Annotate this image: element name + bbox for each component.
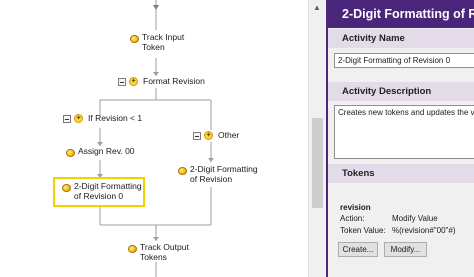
track-output-tokens-node[interactable]: Track Output Tokens	[128, 242, 189, 262]
collapse-icon[interactable]	[193, 132, 201, 140]
action-label: Action:	[340, 214, 365, 223]
coins-icon	[130, 35, 139, 43]
node-label-line2: Token	[142, 41, 165, 52]
workflow-canvas[interactable]: Track Input Token ✦ Format Revision ✦ If…	[0, 0, 308, 277]
coins-icon	[62, 184, 71, 192]
top-arrow-icon	[153, 5, 159, 10]
format-revision-node[interactable]: ✦ Format Revision	[118, 76, 205, 87]
action-value: Modify Value	[392, 214, 438, 223]
decision-icon: ✦	[74, 114, 83, 123]
if-revision-branch[interactable]: ✦ If Revision < 1	[63, 113, 143, 124]
panel-title: 2-Digit Formatting of Revision 0	[328, 0, 474, 28]
assign-rev-node[interactable]: Assign Rev. 00	[66, 146, 135, 157]
node-label: Assign Rev. 00	[78, 146, 135, 156]
canvas-vertical-scrollbar[interactable]: ▲	[308, 0, 326, 277]
activity-description-header: Activity Description	[328, 82, 474, 101]
formatting-selected-node[interactable]: 2-Digit Formatting of Revision 0	[62, 181, 142, 201]
create-button[interactable]: Create...	[338, 242, 378, 257]
activity-name-header: Activity Name	[328, 29, 474, 48]
branch-label: Other	[218, 130, 240, 140]
token-value: %(revision#"00"#)	[392, 226, 456, 235]
node-label-line2: of Revision 0	[74, 190, 124, 201]
token-value-label: Token Value:	[340, 226, 386, 235]
node-label-line2: of Revision	[190, 173, 233, 184]
track-input-token-node[interactable]: Track Input Token	[130, 32, 184, 52]
decision-icon: ✦	[129, 77, 138, 86]
modify-button[interactable]: Modify...	[384, 242, 427, 257]
decision-icon: ✦	[204, 131, 213, 140]
activity-name-field[interactable]: 2-Digit Formatting of Revision 0	[334, 53, 474, 68]
node-label: Format Revision	[143, 76, 205, 86]
other-branch[interactable]: ✦ Other	[193, 130, 240, 141]
token-name: revision	[340, 203, 371, 212]
tokens-header: Tokens	[328, 164, 474, 183]
scrollbar-thumb[interactable]	[312, 118, 323, 208]
coins-icon	[178, 167, 187, 175]
coins-icon	[66, 149, 75, 157]
node-label-line2: Tokens	[140, 251, 167, 262]
properties-panel: 2-Digit Formatting of Revision 0 Activit…	[326, 0, 474, 277]
collapse-icon[interactable]	[118, 78, 126, 86]
formatting-other-node[interactable]: 2-Digit Formatting of Revision	[178, 164, 258, 184]
collapse-icon[interactable]	[63, 115, 71, 123]
coins-icon	[128, 245, 137, 253]
activity-description-field[interactable]: Creates new tokens and updates the va	[334, 105, 474, 159]
scroll-up-icon[interactable]: ▲	[313, 3, 321, 12]
branch-label: If Revision < 1	[88, 113, 143, 123]
